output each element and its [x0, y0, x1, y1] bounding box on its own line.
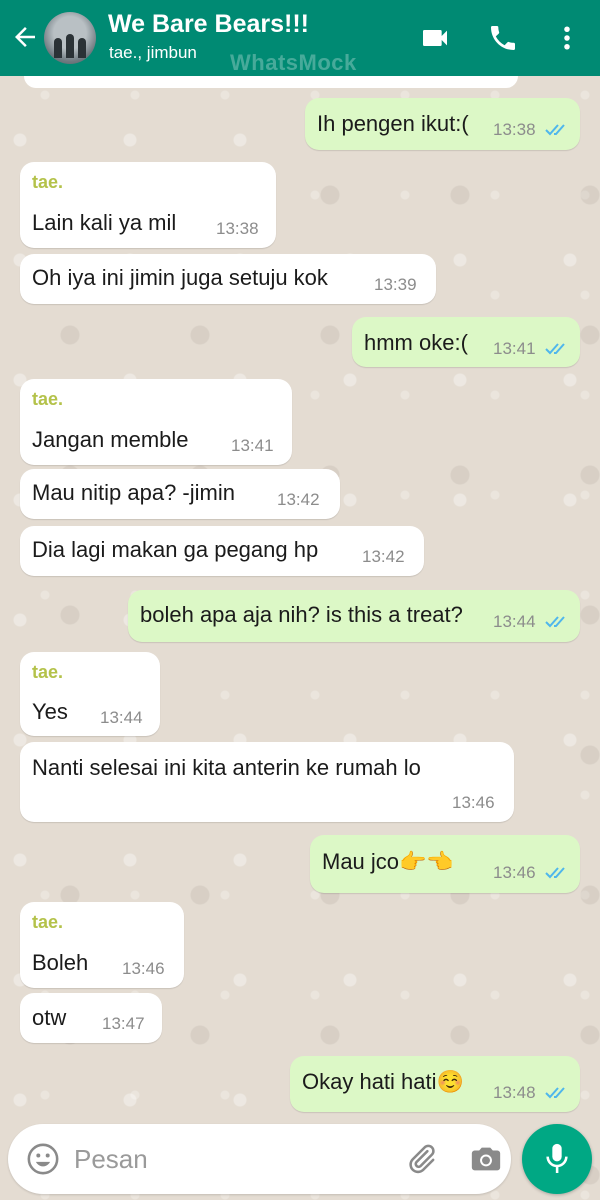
read-ticks-icon: [545, 867, 565, 879]
voice-record-button[interactable]: [522, 1124, 592, 1194]
message-time: 13:46: [122, 959, 165, 978]
message-bubble-incoming[interactable]: Oh iya ini jimin juga setuju kok 13:39: [20, 254, 436, 304]
message-bubble-incoming[interactable]: Nanti selesai ini kita anterin ke rumah …: [20, 742, 514, 822]
message-time: 13:38: [493, 120, 536, 139]
message-text: Lain kali ya mil: [32, 210, 177, 235]
group-avatar[interactable]: [44, 12, 96, 64]
message-list[interactable]: Ih pengen ikut:( 13:38 tae. Lain kali ya…: [0, 76, 600, 1116]
message-time: 13:44: [100, 708, 143, 727]
message-bubble-incoming[interactable]: tae. Jangan memble 13:41: [20, 379, 292, 465]
message-bubble-outgoing[interactable]: Mau jco👉👈 13:46: [310, 835, 580, 893]
message-time: 13:48: [493, 1083, 536, 1102]
message-time: 13:44: [493, 612, 536, 631]
message-time: 13:38: [216, 219, 259, 238]
message-text: Dia lagi makan ga pegang hp: [32, 537, 319, 562]
message-text: Okay hati hati☺️: [302, 1069, 464, 1094]
message-time: 13:42: [362, 547, 405, 566]
message-text: Mau jco👉👈: [322, 849, 454, 874]
sender-name: tae.: [32, 172, 64, 192]
message-bubble-outgoing[interactable]: Ih pengen ikut:( 13:38: [305, 98, 580, 150]
message-time: 13:46: [493, 863, 536, 882]
message-time: 13:41: [231, 436, 274, 455]
chat-members[interactable]: tae., jimbun: [109, 43, 197, 63]
sender-name: tae.: [32, 912, 64, 932]
message-text: Yes: [32, 699, 68, 724]
read-ticks-icon: [545, 616, 565, 628]
message-composer[interactable]: Pesan: [8, 1124, 511, 1194]
message-bubble-incoming[interactable]: tae. Yes 13:44: [20, 652, 160, 736]
phone-call-icon[interactable]: [486, 22, 520, 54]
mic-icon: [546, 1143, 568, 1173]
message-time: 13:47: [102, 1014, 145, 1033]
message-time: 13:41: [493, 339, 536, 358]
message-text: Mau nitip apa? -jimin: [32, 480, 235, 505]
message-text: boleh apa aja nih? is this a treat?: [140, 602, 463, 627]
message-bubble-outgoing[interactable]: Okay hati hati☺️ 13:48: [290, 1056, 580, 1112]
more-vert-icon[interactable]: [552, 22, 582, 54]
message-bubble-outgoing[interactable]: boleh apa aja nih? is this a treat? 13:4…: [128, 590, 580, 642]
sender-name: tae.: [32, 662, 64, 682]
message-text: Nanti selesai ini kita anterin ke rumah …: [32, 755, 421, 780]
message-time: 13:46: [452, 793, 495, 812]
video-call-icon[interactable]: [418, 22, 452, 54]
back-arrow-icon[interactable]: [10, 22, 40, 52]
previous-message-edge: [24, 76, 518, 88]
read-ticks-icon: [545, 1087, 565, 1099]
message-bubble-outgoing[interactable]: hmm oke:( 13:41: [352, 317, 580, 367]
message-text: hmm oke:(: [364, 330, 468, 355]
read-ticks-icon: [545, 124, 565, 136]
chat-header: We Bare Bears!!! tae., jimbun WhatsMock: [0, 0, 600, 76]
emoji-icon[interactable]: [26, 1142, 60, 1176]
message-bubble-incoming[interactable]: tae. Lain kali ya mil 13:38: [20, 162, 276, 248]
message-text: otw: [32, 1005, 67, 1030]
message-bubble-incoming[interactable]: Dia lagi makan ga pegang hp 13:42: [20, 526, 424, 576]
message-bubble-incoming[interactable]: Mau nitip apa? -jimin 13:42: [20, 469, 340, 519]
message-text: Boleh: [32, 950, 89, 975]
message-input[interactable]: Pesan: [74, 1144, 148, 1175]
read-ticks-icon: [545, 343, 565, 355]
message-bubble-incoming[interactable]: otw 13:47: [20, 993, 162, 1043]
message-text: Ih pengen ikut:(: [317, 111, 469, 136]
message-time: 13:42: [277, 490, 320, 509]
message-text: Oh iya ini jimin juga setuju kok: [32, 265, 328, 290]
message-text: Jangan memble: [32, 427, 189, 452]
message-time: 13:39: [374, 275, 417, 294]
sender-name: tae.: [32, 389, 64, 409]
watermark-text: WhatsMock: [230, 50, 357, 75]
attach-icon[interactable]: [404, 1142, 438, 1176]
message-bubble-incoming[interactable]: tae. Boleh 13:46: [20, 902, 184, 988]
camera-icon[interactable]: [468, 1142, 504, 1176]
chat-title[interactable]: We Bare Bears!!!: [108, 10, 309, 39]
